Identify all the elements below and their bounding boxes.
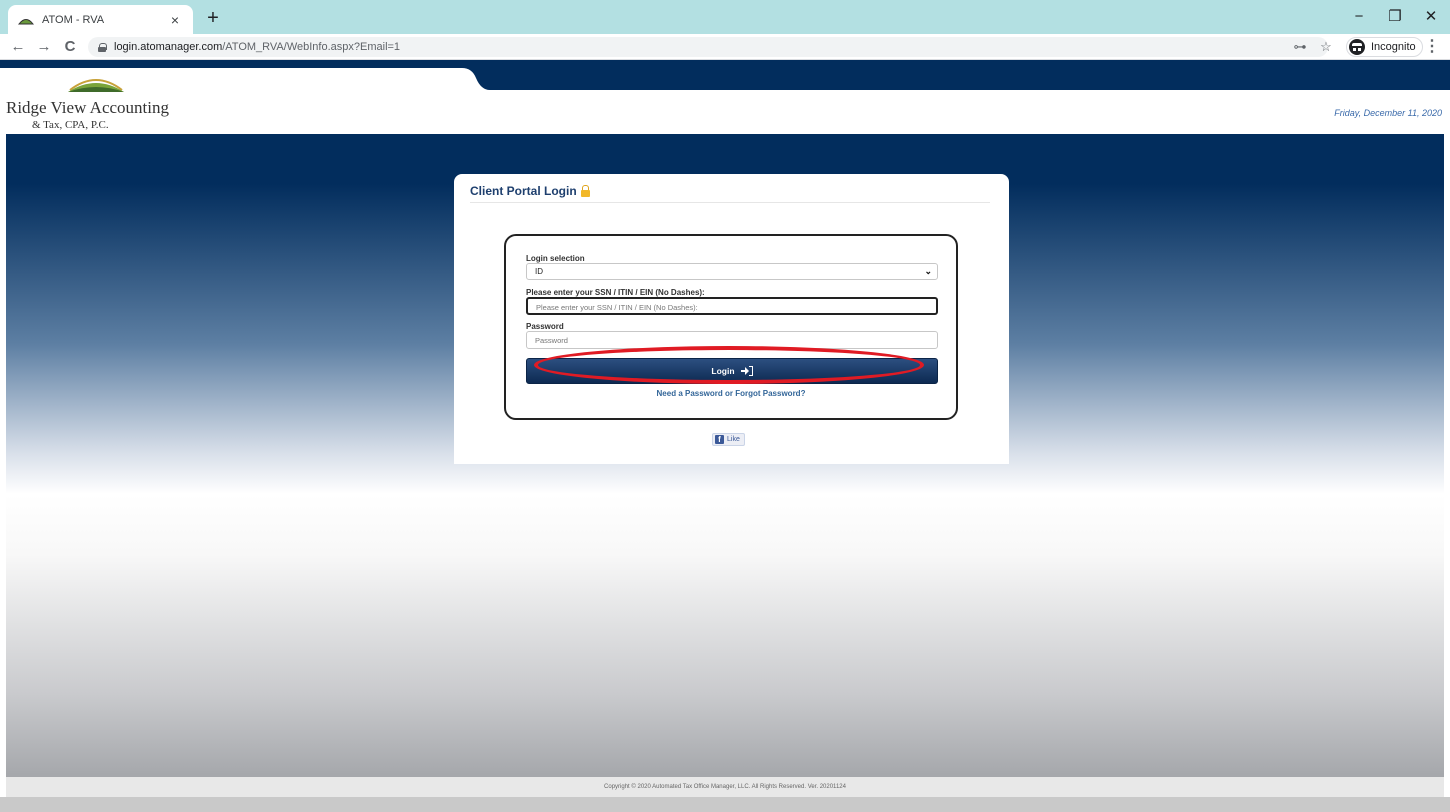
facebook-icon: f <box>715 435 724 444</box>
url-path: /ATOM_RVA/WebInfo.aspx?Email=1 <box>222 41 401 53</box>
card-divider <box>470 202 990 203</box>
password-input[interactable]: Password <box>526 331 938 349</box>
browser-tab-atom-rva[interactable]: ATOM - RVA × <box>8 5 193 34</box>
login-selection-label: Login selection <box>526 254 585 263</box>
brand-logo[interactable]: Ridge View Accounting & Tax, CPA, P.C. <box>6 68 176 138</box>
card-title: Client Portal Login <box>470 184 590 198</box>
close-window-icon[interactable]: ✕ <box>1413 6 1449 28</box>
forgot-password-link[interactable]: Need a Password or Forgot Password? <box>506 389 956 398</box>
password-label: Password <box>526 322 564 331</box>
brand-subtitle: & Tax, CPA, P.C. <box>32 119 109 131</box>
incognito-icon <box>1349 39 1365 55</box>
bottom-bar <box>0 797 1450 812</box>
browser-tabstrip: ATOM - RVA × + − ❐ ✕ <box>0 0 1450 34</box>
web-page: Ridge View Accounting & Tax, CPA, P.C. F… <box>0 60 1450 812</box>
lock-icon[interactable] <box>98 42 107 52</box>
incognito-label: Incognito <box>1371 41 1416 53</box>
main-gradient-area: Client Portal Login Login selection ID ⌄… <box>6 134 1444 777</box>
padlock-icon <box>580 185 590 197</box>
new-tab-button[interactable]: + <box>201 7 225 29</box>
login-selection-dropdown[interactable]: ID ⌄ <box>526 263 938 280</box>
close-tab-icon[interactable]: × <box>167 12 183 28</box>
forward-arrow-icon[interactable]: → <box>34 37 54 57</box>
minimize-window-icon[interactable]: − <box>1341 6 1377 28</box>
header-date: Friday, December 11, 2020 <box>1334 108 1442 118</box>
tab-title: ATOM - RVA <box>42 13 105 26</box>
star-icon[interactable]: ☆ <box>1316 37 1336 57</box>
ridge-logo-favicon-icon <box>18 18 34 24</box>
chevron-down-icon: ⌄ <box>924 266 932 276</box>
header-top-band <box>0 60 1450 90</box>
browser-menu-icon[interactable]: ⋮ <box>1424 37 1440 57</box>
page-footer: Copyright © 2020 Automated Tax Office Ma… <box>6 777 1444 797</box>
url-host: login.atomanager.com <box>114 41 223 53</box>
ssn-input[interactable]: Please enter your SSN / ITIN / EIN (No D… <box>526 297 938 315</box>
login-form: Login selection ID ⌄ Please enter your S… <box>504 234 958 420</box>
key-icon[interactable]: ⊶ <box>1290 37 1310 57</box>
login-button-label: Login <box>711 366 735 376</box>
login-card: Client Portal Login Login selection ID ⌄… <box>454 174 1009 464</box>
facebook-like-label: Like <box>727 436 740 443</box>
browser-toolbar: ← → C login.atomanager.com/ATOM_RVA/WebI… <box>0 34 1450 60</box>
ssn-label: Please enter your SSN / ITIN / EIN (No D… <box>526 288 705 297</box>
login-button[interactable]: Login <box>526 358 938 384</box>
address-bar[interactable]: login.atomanager.com/ATOM_RVA/WebInfo.as… <box>88 37 1328 57</box>
restore-window-icon[interactable]: ❐ <box>1377 6 1413 28</box>
back-arrow-icon[interactable]: ← <box>8 37 28 57</box>
reload-icon[interactable]: C <box>60 37 80 57</box>
login-selection-value: ID <box>535 267 543 276</box>
ridge-logo-icon <box>68 79 124 92</box>
sign-in-icon <box>740 366 753 376</box>
brand-name: Ridge View Accounting <box>6 98 169 117</box>
page-header <box>0 90 1450 134</box>
facebook-like-button[interactable]: f Like <box>712 433 745 446</box>
incognito-badge[interactable]: Incognito <box>1346 37 1423 57</box>
card-title-text: Client Portal Login <box>470 184 577 198</box>
